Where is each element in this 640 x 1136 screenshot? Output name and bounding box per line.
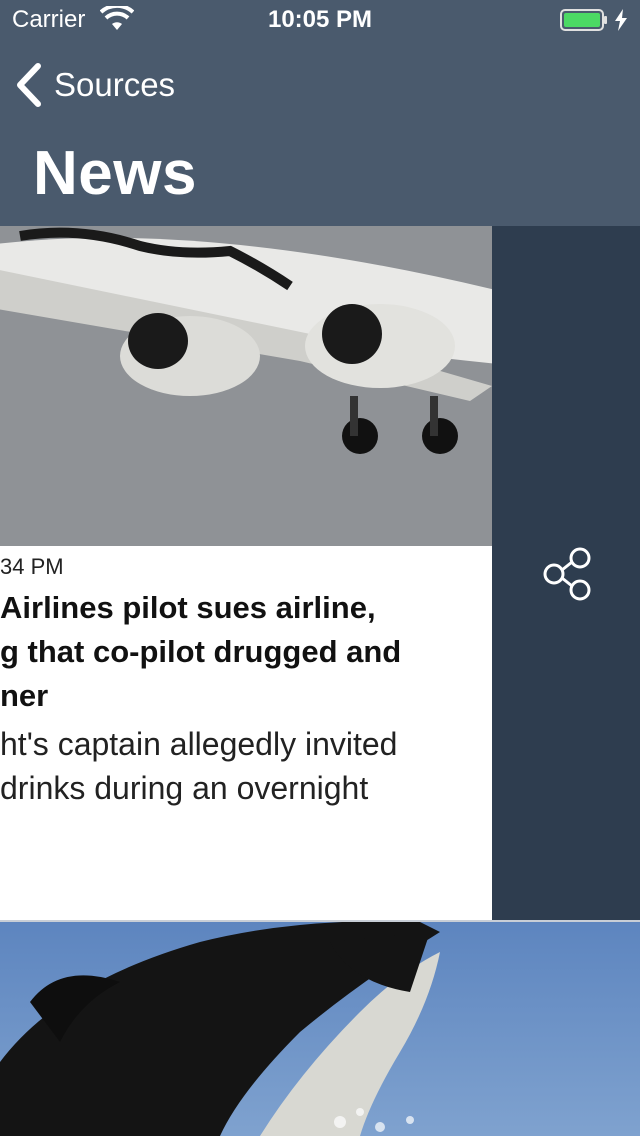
article-timestamp: 34 PM bbox=[0, 554, 64, 579]
navigation-bar: Carrier 10:05 PM Sources News bbox=[0, 0, 640, 226]
page-title: News bbox=[33, 139, 197, 208]
status-bar: Carrier 10:05 PM bbox=[0, 0, 640, 40]
orca-photo[interactable] bbox=[0, 922, 640, 1136]
headline-line: ner bbox=[0, 678, 49, 713]
news-screen: Carrier 10:05 PM Sources News 34 PM Airl… bbox=[0, 0, 640, 1136]
airplane-photo bbox=[0, 226, 492, 546]
article-card[interactable]: 34 PM Airlines pilot sues airline, g tha… bbox=[0, 226, 492, 920]
headline-line: Airlines pilot sues airline, bbox=[0, 590, 376, 625]
article-summary: ht's captain allegedly invited drinks du… bbox=[0, 722, 492, 810]
back-button[interactable]: Sources bbox=[14, 60, 175, 110]
summary-line: ht's captain allegedly invited bbox=[0, 726, 398, 762]
article-headline: Airlines pilot sues airline, g that co-p… bbox=[0, 586, 492, 718]
article-text: 34 PM Airlines pilot sues airline, g tha… bbox=[0, 546, 492, 920]
clock: 10:05 PM bbox=[267, 6, 373, 33]
summary-line: drinks during an overnight bbox=[0, 770, 369, 806]
charging-icon bbox=[615, 9, 627, 31]
chevron-left-icon bbox=[17, 63, 41, 107]
headline-line: g that co-pilot drugged and bbox=[0, 634, 402, 669]
share-icon[interactable] bbox=[540, 546, 596, 602]
back-label: Sources bbox=[54, 66, 176, 103]
battery-icon bbox=[560, 9, 607, 31]
